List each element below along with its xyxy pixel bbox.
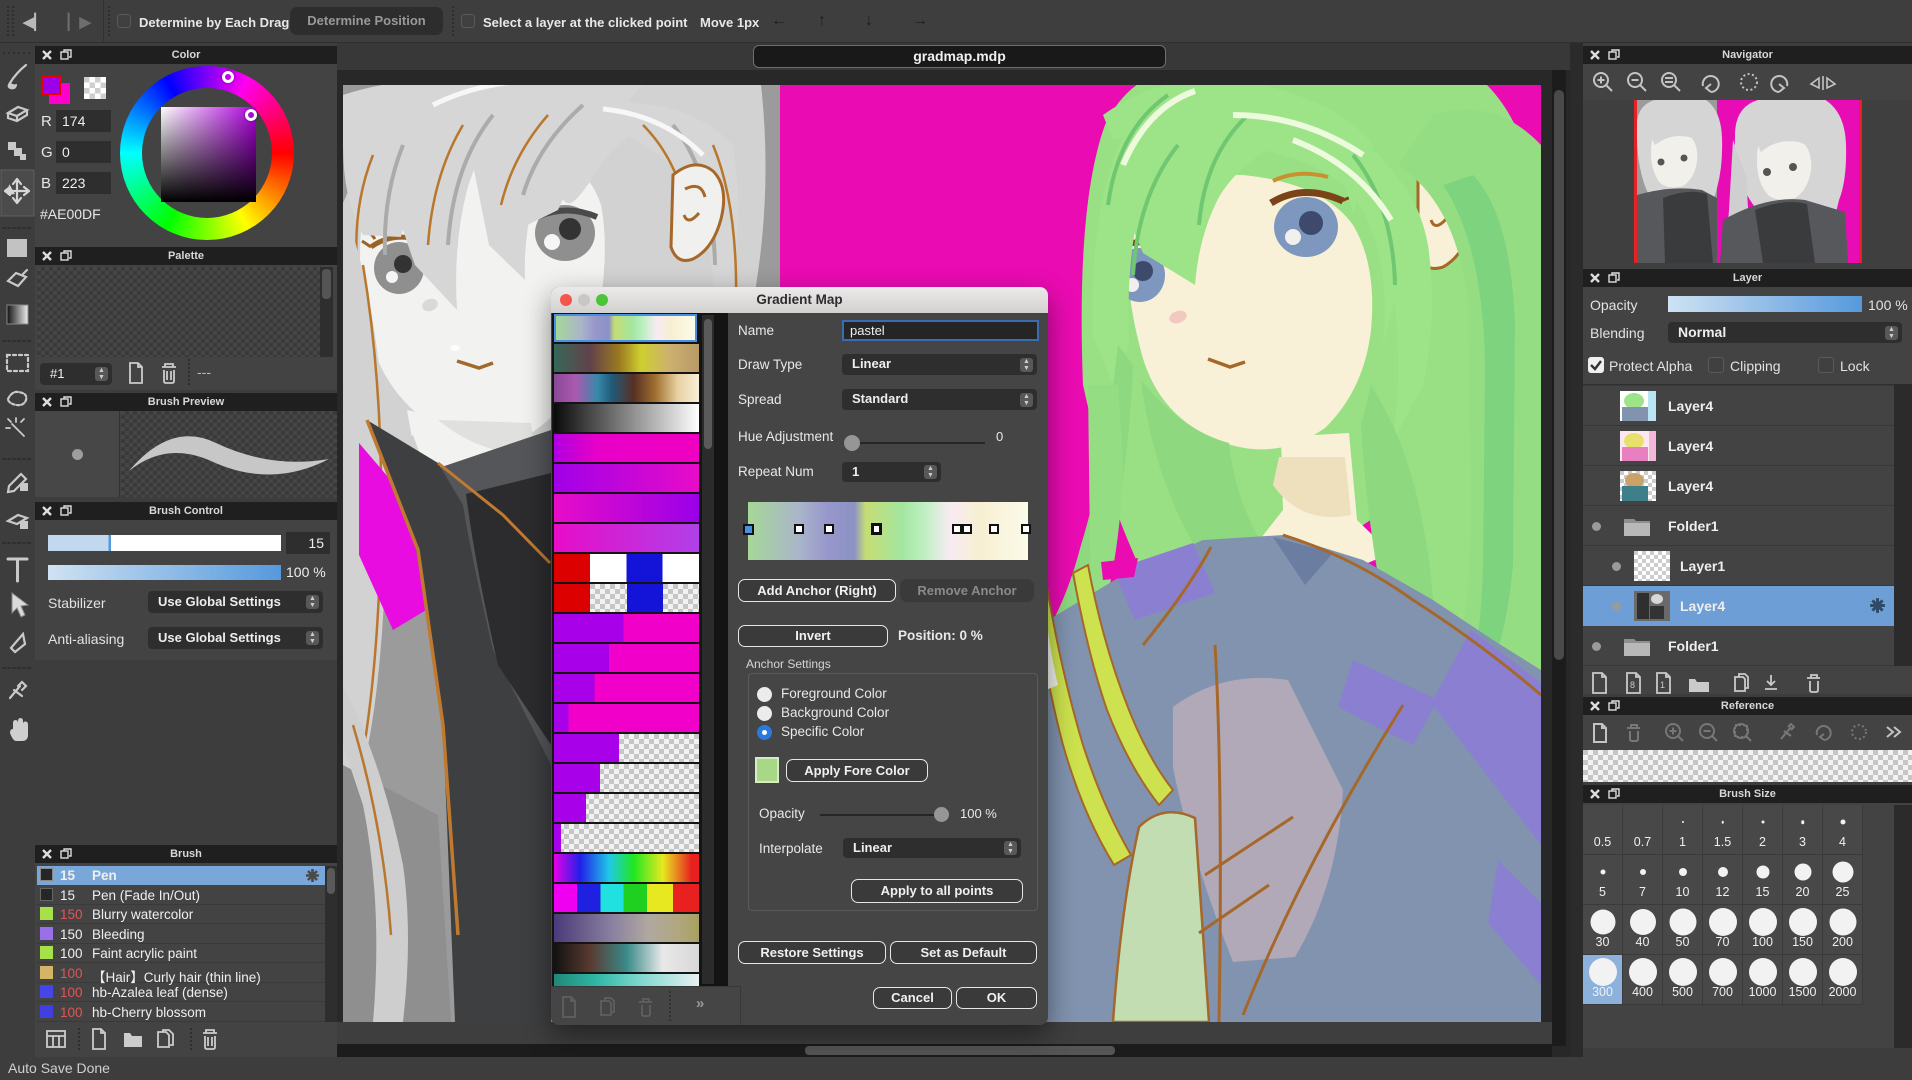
svg-text:8: 8	[1630, 680, 1635, 690]
svg-text:1: 1	[1660, 680, 1665, 690]
